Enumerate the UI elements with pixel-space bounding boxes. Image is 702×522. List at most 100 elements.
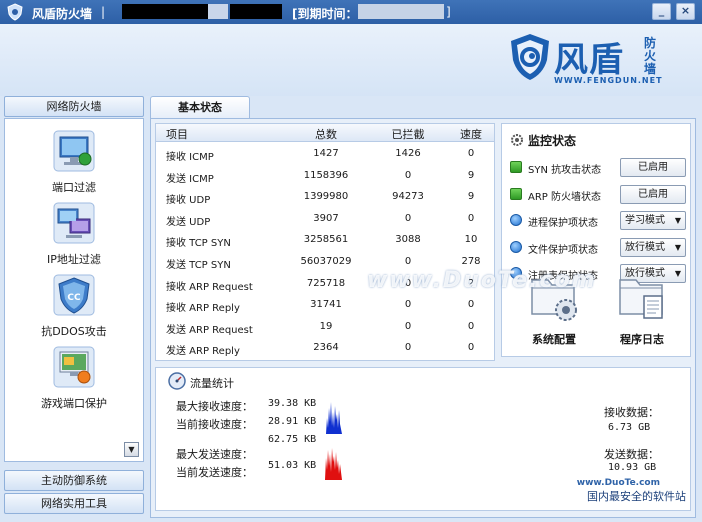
send-data-label: 发送数据： (604, 448, 659, 461)
status-info-icon (510, 240, 522, 253)
expiry-label: [到期时间： (292, 7, 358, 21)
mode-select[interactable]: 学习模式 ▼ (620, 211, 686, 230)
row-blocked: 0 (404, 320, 412, 332)
minimize-button[interactable]: _ (652, 3, 671, 20)
scroll-down-button[interactable]: ▼ (124, 442, 139, 457)
monitor-row-value: 已启用 (638, 188, 668, 200)
monitor-row: SYN 抗攻击状态 已启用 (510, 158, 690, 178)
expiry-close: ] (446, 5, 451, 19)
monitor-row: ARP 防火墙状态 已启用 (510, 184, 690, 205)
row-speed: 9 (467, 169, 475, 181)
traffic-title: 流量统计 (164, 372, 254, 392)
status-play-icon (510, 187, 522, 200)
sidebar-item-label: 游戏端口保护 (41, 397, 107, 410)
monitor-panel: 监控状态 SYN 抗攻击状态 已启用 ARP 防火墙状态 已启用 进程保护项状态 学习模式… (501, 123, 691, 357)
cur-recv-value: 28.91 KB (268, 416, 317, 427)
row-blocked: 0 (404, 256, 412, 267)
row-name: 发送 ICMP (166, 173, 214, 185)
sidebar-header-network-firewall[interactable]: 网络防火墙 (4, 96, 144, 117)
mode-select[interactable]: 放行模式 ▼ (620, 237, 686, 257)
watermark-center: www.DuoTe.com (367, 268, 597, 293)
traffic-panel: 流量统计 最大接收速度： 39.38 KB 当前接收速度： 28.91 KB 6… (155, 367, 691, 511)
gear-icon (511, 134, 523, 146)
window-title: 风盾防火墙 (32, 7, 93, 21)
monitor-row-label: 进程保护项状态 (528, 218, 598, 229)
row-name: 接收 ARP Request (166, 281, 253, 293)
row-blocked: 0 (404, 342, 412, 354)
watermark-corner-url: www.DuoTe.com (576, 478, 660, 488)
row-total: 2364 (313, 342, 339, 354)
sidebar-item-ip-filter[interactable]: IP地址过滤 (5, 201, 143, 267)
status-button[interactable]: 已启用 (620, 184, 686, 204)
cur-send-value: 51.03 KB (268, 460, 317, 471)
sidebar-item-game-port[interactable]: 游戏端口保护 (5, 345, 143, 411)
row-total: 56037029 (300, 256, 352, 267)
send-data-value: 10.93 GB (608, 462, 657, 473)
content-panel: 项目 总数 已拦截 速度 接收 ICMP 1427 1426 0 发送 ICMP 1158… (150, 118, 696, 518)
redacted-block (230, 4, 282, 19)
row-name: 发送 ARP Request (166, 324, 253, 336)
row-name: 发送 ARP Reply (166, 346, 240, 358)
sidebar-header-network-tools[interactable]: 网络实用工具 (4, 493, 144, 514)
table-header: 项目 总数 已拦截 速度 (156, 124, 494, 142)
monitor-row-label: 文件保护项状态 (528, 244, 598, 256)
tab-basic-status[interactable]: 基本状态 (150, 96, 250, 118)
max-recv-label: 最大接收速度： (176, 400, 253, 413)
game-monitor-icon (53, 346, 95, 388)
chevron-down-icon: ▼ (674, 242, 681, 252)
network-icon (53, 202, 95, 244)
shield-cc-icon: CC (53, 274, 95, 316)
row-blocked: 0 (404, 212, 412, 224)
row-speed: 0 (467, 299, 475, 311)
cur-recv-label: 当前接收速度： (176, 418, 253, 431)
table-row: 接收 TCP SYN 3258561 3088 10 (156, 230, 494, 252)
max-send-label: 最大发送速度： (176, 448, 253, 461)
row-speed: 9 (467, 191, 475, 203)
max-send-value: 62.75 KB (268, 434, 317, 445)
monitor-row-value: 已启用 (638, 162, 668, 173)
row-total: 725718 (306, 277, 346, 289)
row-speed: 0 (467, 148, 475, 159)
traffic-title-text: 流量统计 (190, 377, 234, 390)
row-blocked: 1426 (395, 148, 421, 159)
logo-url: WWW.FENGDUN.NET (554, 76, 663, 85)
redacted-block (122, 4, 208, 19)
status-info-icon (510, 214, 522, 226)
table-row: 发送 ARP Request 19 0 0 (156, 317, 494, 339)
row-speed: 10 (464, 234, 478, 246)
close-button[interactable]: × (676, 3, 695, 20)
recv-data-label: 接收数据： (604, 406, 659, 419)
sidebar: 网络防火墙 端口过滤 IP地址过滤 CC 抗DDOS攻击 游戏端口保护 ▼ 主动… (4, 96, 144, 518)
recv-data-value: 6.73 GB (608, 422, 651, 433)
row-name: 接收 ICMP (166, 152, 214, 163)
folder-document-icon (619, 279, 663, 319)
svg-text:CC: CC (67, 293, 81, 303)
program-log-button[interactable]: 程序日志 (602, 270, 682, 350)
table-row: 发送 ARP Reply 2364 0 0 (156, 338, 494, 360)
status-play-icon (510, 161, 522, 173)
title-bar: 风盾防火墙 | [到期时间： ] _ × (0, 0, 702, 24)
row-speed: 0 (467, 212, 475, 224)
cur-send-label: 当前发送速度： (176, 466, 253, 479)
monitor-row: 进程保护项状态 学习模式 ▼ (510, 211, 690, 231)
recv-traffic-graph (322, 398, 344, 434)
status-button[interactable]: 已启用 (620, 158, 686, 177)
redacted-block (358, 4, 444, 19)
sidebar-panel: 端口过滤 IP地址过滤 CC 抗DDOS攻击 游戏端口保护 ▼ (4, 118, 144, 462)
program-log-label: 程序日志 (620, 333, 664, 346)
redacted-block (208, 4, 228, 19)
app-shield-icon (7, 3, 23, 21)
column-header-speed: 速度 (460, 128, 482, 141)
monitor-row-value: 放行模式 (625, 241, 665, 253)
row-name: 接收 ARP Reply (166, 303, 240, 315)
sidebar-item-anti-ddos[interactable]: CC 抗DDOS攻击 (5, 273, 143, 339)
sidebar-header-active-defense[interactable]: 主动防御系统 (4, 470, 144, 491)
logo: 风盾 防火墙 WWW.FENGDUN.NET (504, 30, 663, 92)
sidebar-item-label: IP地址过滤 (47, 253, 101, 266)
sidebar-item-port-filter[interactable]: 端口过滤 (5, 129, 143, 195)
monitor-icon (53, 130, 95, 172)
gauge-icon (168, 372, 186, 390)
logo-shield-icon (511, 34, 549, 80)
watermark-corner-text: 国内最安全的软件站 (587, 490, 686, 503)
row-total: 3258561 (303, 234, 349, 246)
